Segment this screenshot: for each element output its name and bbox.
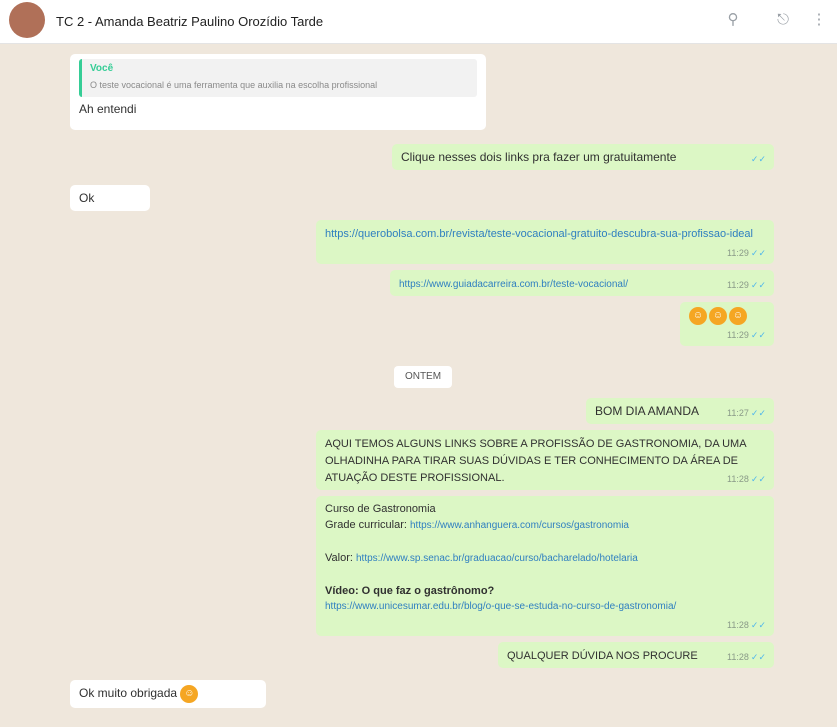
message-text: Ok muito obrigada xyxy=(79,686,178,701)
emoji-icon: ☺ xyxy=(180,685,199,703)
read-ticks-icon: ✓✓ xyxy=(750,280,766,290)
grade-line: Grade curricular: https://www.anhanguera… xyxy=(325,519,629,531)
emoji-icon: ☺ xyxy=(729,307,747,325)
outgoing-message[interactable]: AQUI TEMOS ALGUNS LINKS SOBRE A PROFISSÃ… xyxy=(316,430,774,490)
message-text: Ah entendi xyxy=(79,102,137,116)
valor-link[interactable]: https://www.sp.senac.br/graduacao/curso/… xyxy=(356,553,638,564)
outgoing-message[interactable]: QUALQUER DÚVIDA NOS PROCURE 11:28 ✓✓ xyxy=(498,642,774,668)
message-text: QUALQUER DÚVIDA NOS PROCURE xyxy=(507,650,698,662)
outgoing-message[interactable]: ☺ ☺ ☺ 11:29 ✓✓ xyxy=(680,302,774,346)
message-time: 11:29 ✓✓ xyxy=(727,330,766,340)
message-time: 11:28 ✓✓ xyxy=(727,474,766,484)
date-divider: ONTEM xyxy=(394,366,452,388)
message-time: ✓✓ xyxy=(749,151,766,167)
incoming-message[interactable]: Ok xyxy=(70,185,150,211)
read-ticks-icon: ✓✓ xyxy=(750,154,766,164)
video-label: Vídeo: O que faz o gastrônomo? xyxy=(325,585,495,597)
read-ticks-icon: ✓✓ xyxy=(750,620,766,630)
message-link[interactable]: https://www.guiadacarreira.com.br/teste-… xyxy=(399,279,628,290)
video-link[interactable]: https://www.unicesumar.edu.br/blog/o-que… xyxy=(325,599,705,615)
incoming-message[interactable]: Ok muito obrigada ☺ xyxy=(70,680,266,708)
message-time: 11:28 ✓✓ xyxy=(727,620,766,630)
read-ticks-icon: ✓✓ xyxy=(750,652,766,662)
outgoing-message[interactable]: https://www.guiadacarreira.com.br/teste-… xyxy=(390,270,774,296)
quote-text: O teste vocacional é uma ferramenta que … xyxy=(90,80,378,90)
emoji-icon: ☺ xyxy=(709,307,727,325)
message-text: Clique nesses dois links pra fazer um gr… xyxy=(401,150,677,164)
chat-header: TC 2 - Amanda Beatriz Paulino Orozídio T… xyxy=(0,0,837,44)
message-link[interactable]: https://querobolsa.com.br/revista/teste-… xyxy=(325,228,753,240)
chat-title[interactable]: TC 2 - Amanda Beatriz Paulino Orozídio T… xyxy=(56,14,323,29)
quoted-message[interactable]: Você O teste vocacional é uma ferramenta… xyxy=(79,59,477,97)
chat-area: Você O teste vocacional é uma ferramenta… xyxy=(0,44,837,727)
valor-line: Valor: https://www.sp.senac.br/graduacao… xyxy=(325,552,638,564)
quote-author: Você xyxy=(90,63,114,74)
grade-link[interactable]: https://www.anhanguera.com/cursos/gastro… xyxy=(410,520,629,531)
outgoing-message[interactable]: Curso de Gastronomia Grade curricular: h… xyxy=(316,496,774,636)
paperclip-icon[interactable]: ⎋ xyxy=(772,9,794,31)
avatar[interactable] xyxy=(9,2,45,38)
message-time: 11:28 ✓✓ xyxy=(727,652,766,662)
read-ticks-icon: ✓✓ xyxy=(750,474,766,484)
message-text: AQUI TEMOS ALGUNS LINKS SOBRE A PROFISSÃ… xyxy=(325,438,746,484)
more-vertical-icon[interactable]: ⋮ xyxy=(808,9,830,31)
emoji-icon: ☺ xyxy=(689,307,707,325)
read-ticks-icon: ✓✓ xyxy=(750,248,766,258)
message-time: 11:29 ✓✓ xyxy=(727,248,766,258)
message-text: Ok xyxy=(79,191,95,205)
message-time: 11:27 ✓✓ xyxy=(727,408,766,418)
outgoing-message[interactable]: Clique nesses dois links pra fazer um gr… xyxy=(392,144,774,170)
incoming-message[interactable]: Você O teste vocacional é uma ferramenta… xyxy=(70,54,486,130)
outgoing-message[interactable]: https://querobolsa.com.br/revista/teste-… xyxy=(316,220,774,264)
message-text: BOM DIA AMANDA xyxy=(595,404,700,418)
read-ticks-icon: ✓✓ xyxy=(750,408,766,418)
outgoing-message[interactable]: BOM DIA AMANDA 11:27 ✓✓ xyxy=(586,398,774,424)
read-ticks-icon: ✓✓ xyxy=(750,330,766,340)
search-icon[interactable]: ⚲ xyxy=(722,9,744,31)
course-title: Curso de Gastronomia xyxy=(325,503,436,515)
message-time: 11:29 ✓✓ xyxy=(727,280,766,290)
